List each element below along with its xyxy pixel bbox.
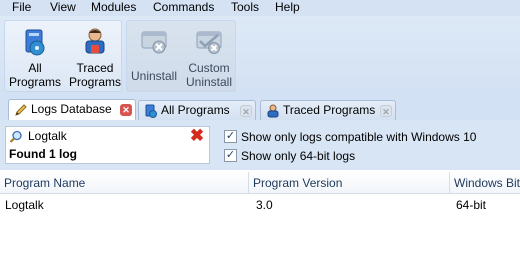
traced-programs-label-2: Programs — [68, 75, 121, 89]
table-row[interactable]: Logtalk 3.0 64-bit — [0, 195, 520, 215]
search-icon — [9, 130, 22, 143]
menu-view[interactable]: View — [49, 0, 77, 16]
tab-traced-programs[interactable]: Traced Programs ✕ — [260, 100, 396, 120]
close-icon[interactable]: ✕ — [120, 104, 132, 116]
cell-program-version: 3.0 — [256, 198, 273, 212]
pencil-icon — [15, 104, 27, 116]
compatible-win10-label: Show only logs compatible with Windows 1… — [241, 130, 477, 144]
tab-strip: Logs Database ✕ All Programs ✕ Traced Pr… — [0, 96, 520, 120]
menu-file[interactable]: File — [11, 0, 32, 16]
custom-uninstall-label-1: Custom — [188, 61, 230, 75]
menu-help[interactable]: Help — [274, 0, 301, 16]
traced-programs-label-1: Traced — [76, 61, 114, 75]
filter-bar: Logtalk ✖ Found 1 log ✓ Show only logs c… — [0, 120, 520, 170]
close-icon[interactable]: ✕ — [380, 105, 392, 117]
custom-uninstall-label-2: Uninstall — [185, 75, 233, 89]
cell-windows-bitness: 64-bit — [456, 198, 487, 212]
only-64bit-checkbox[interactable]: ✓ — [224, 149, 237, 162]
programs-icon — [145, 104, 157, 118]
compatible-win10-checkbox[interactable]: ✓ — [224, 130, 237, 143]
menu-commands[interactable]: Commands — [152, 0, 215, 16]
custom-uninstall-icon — [196, 31, 222, 54]
tab-logs-database-label: Logs Database — [31, 102, 112, 116]
tab-logs-database[interactable]: Logs Database ✕ — [8, 99, 136, 120]
compatible-win10-option[interactable]: ✓ Show only logs compatible with Windows… — [224, 129, 476, 145]
clear-search-icon[interactable]: ✖ — [189, 127, 205, 144]
table-header: Program Name Program Version Windows Bit… — [0, 172, 520, 194]
only-64bit-label: Show only 64-bit logs — [241, 149, 356, 163]
menu-tools[interactable]: Tools — [230, 0, 260, 16]
results-count: Found 1 log — [9, 147, 77, 161]
search-box[interactable]: Logtalk ✖ Found 1 log — [5, 126, 210, 164]
column-windows-bitness[interactable]: Windows Bitness — [450, 172, 520, 194]
traced-programs-button[interactable]: Traced Programs — [67, 21, 123, 93]
all-programs-button[interactable]: All Programs — [7, 21, 63, 93]
tab-all-programs-label: All Programs — [161, 103, 230, 117]
uninstall-icon — [141, 31, 167, 54]
ribbon-toolbar: All Programs Traced Programs Uninstall C… — [0, 16, 520, 96]
only-64bit-option[interactable]: ✓ Show only 64-bit logs — [224, 148, 364, 164]
search-input[interactable]: Logtalk — [28, 129, 67, 143]
ribbon-group-programs: All Programs Traced Programs — [4, 20, 122, 92]
column-program-version[interactable]: Program Version — [249, 172, 449, 194]
traced-programs-icon — [85, 28, 105, 54]
menu-modules[interactable]: Modules — [90, 0, 137, 16]
uninstall-label: Uninstall — [130, 69, 178, 83]
tab-traced-programs-label: Traced Programs — [283, 103, 376, 117]
cell-program-name: Logtalk — [5, 198, 44, 212]
traced-icon — [267, 104, 279, 118]
menu-bar: File View Modules Commands Tools Help — [0, 0, 520, 16]
close-icon[interactable]: ✕ — [240, 105, 252, 117]
custom-uninstall-button[interactable]: Custom Uninstall — [182, 21, 236, 93]
all-programs-icon — [25, 29, 45, 56]
tab-all-programs[interactable]: All Programs ✕ — [138, 100, 256, 120]
all-programs-label-2: Programs — [8, 75, 61, 89]
all-programs-label-1: All — [28, 61, 42, 75]
ribbon-group-uninstall: Uninstall Custom Uninstall — [126, 20, 236, 92]
column-program-name[interactable]: Program Name — [0, 172, 248, 194]
uninstall-button[interactable]: Uninstall — [127, 21, 181, 93]
